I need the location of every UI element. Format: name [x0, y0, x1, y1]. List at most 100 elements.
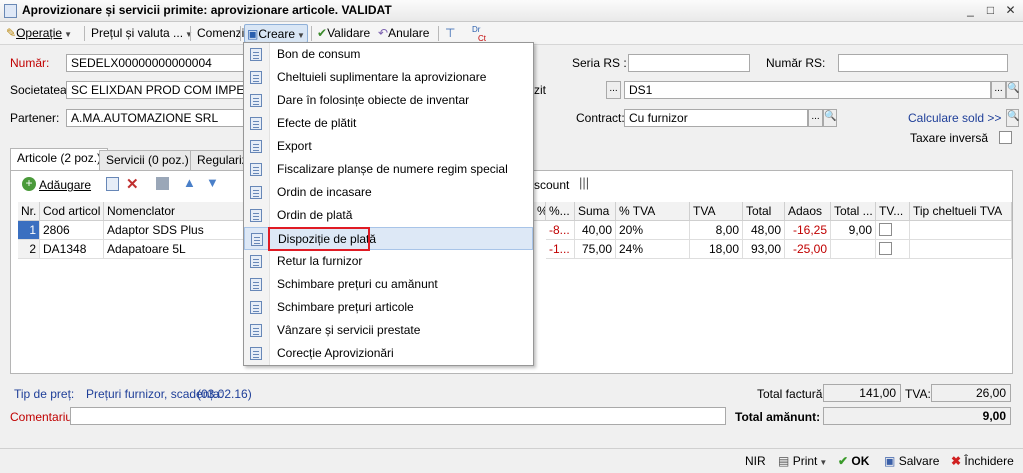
menu-item-efecte-platit[interactable]: Efecte de plătit: [244, 112, 533, 135]
depozit-lookup-button[interactable]: ...: [606, 81, 621, 99]
creare-menu[interactable]: ▣Creare ▼: [244, 24, 308, 43]
menu-item-bon-consum[interactable]: Bon de consum: [244, 43, 533, 66]
document-icon: [250, 347, 262, 360]
table-cell-pct[interactable]: -1...: [546, 240, 575, 259]
depozit-field[interactable]: DS1: [624, 81, 991, 99]
menu-item-ordin-incasare[interactable]: Ordin de incasare: [244, 181, 533, 204]
seria-rs-field[interactable]: [628, 54, 750, 72]
table-cell-tip[interactable]: [910, 221, 1012, 240]
table-cell-nomenclator[interactable]: Adaptor SDS Plus: [104, 221, 244, 240]
col-suma[interactable]: Suma: [575, 202, 616, 221]
table-row-nr[interactable]: 2: [18, 240, 40, 259]
table-cell-total2[interactable]: 9,00: [831, 221, 876, 240]
validare-button[interactable]: ✔Validare: [315, 24, 372, 43]
document-icon: [250, 140, 262, 153]
numar-label: Număr:: [10, 56, 50, 70]
tab-articole[interactable]: Articole (2 poz.): [10, 148, 109, 171]
table-cell-total2[interactable]: [831, 240, 876, 259]
tv-checkbox[interactable]: [879, 242, 892, 255]
menu-item-retur-furnizor[interactable]: Retur la furnizor: [244, 250, 533, 273]
table-row-nr[interactable]: 1: [18, 221, 40, 240]
close-button[interactable]: ✕: [1002, 3, 1019, 19]
partener-field[interactable]: A.MA.AUTOMAZIONE SRL: [66, 109, 246, 127]
menu-item-ordin-plata[interactable]: Ordin de plată: [244, 204, 533, 227]
table-cell-suma[interactable]: 40,00: [575, 221, 616, 240]
print-button[interactable]: ▤ Print ▼: [778, 454, 827, 468]
discount-button[interactable]: scount: [534, 178, 569, 192]
table-cell-tva[interactable]: 8,00: [690, 221, 743, 240]
numar-rs-field[interactable]: [838, 54, 1008, 72]
duplicate-icon[interactable]: [106, 177, 119, 191]
maximize-button[interactable]: □: [982, 3, 999, 19]
table-cell-pct[interactable]: -8...: [546, 221, 575, 240]
table-cell-cod[interactable]: 2806: [40, 221, 104, 240]
total-factura-label: Total factură:: [757, 387, 826, 401]
contract-dots-button[interactable]: ...: [808, 109, 823, 127]
societatea-field[interactable]: SC ELIXDAN PROD COM IMPEX SR: [66, 81, 246, 99]
filter-button[interactable]: ⊤: [443, 24, 457, 43]
numar-field[interactable]: SEDELX00000000000004: [66, 54, 246, 72]
depozit-search-icon[interactable]: 🔍: [1006, 81, 1019, 99]
col-tva[interactable]: TVA: [690, 202, 743, 221]
col-total[interactable]: Total: [743, 202, 785, 221]
table-cell-cod[interactable]: DA1348: [40, 240, 104, 259]
numar-rs-label: Număr RS:: [766, 56, 826, 70]
operatie-menu[interactable]: ✎Operație ▼: [4, 24, 74, 43]
sold-search-icon[interactable]: 🔍: [1006, 109, 1019, 127]
col-nomenclator[interactable]: Nomenclator: [104, 202, 244, 221]
col-pct1[interactable]: %...: [534, 202, 546, 221]
ok-button[interactable]: ✔ OK: [838, 454, 869, 468]
taxare-inversa-checkbox[interactable]: [999, 131, 1012, 144]
document-icon: [250, 186, 262, 199]
col-pct-tva[interactable]: % TVA: [616, 202, 690, 221]
col-total2[interactable]: Total ...: [831, 202, 876, 221]
tv-checkbox[interactable]: [879, 223, 892, 236]
col-tip-cheltueli[interactable]: Tip cheltueli TVA: [910, 202, 1012, 221]
document-icon: [250, 71, 262, 84]
document-icon: [250, 163, 262, 176]
menu-item-schimbare-amanunt[interactable]: Schimbare prețuri cu amănunt: [244, 273, 533, 296]
contract-field[interactable]: Cu furnizor: [624, 109, 808, 127]
table-cell-adaos[interactable]: -16,25: [785, 221, 831, 240]
save-row-icon[interactable]: [156, 177, 169, 190]
tab-servicii[interactable]: Servicii (0 poz.): [99, 150, 196, 170]
menu-item-vanzare-servicii[interactable]: Vânzare și servicii prestate: [244, 319, 533, 342]
table-cell-nomenclator[interactable]: Adapatoare 5L: [104, 240, 244, 259]
table-cell-suma[interactable]: 75,00: [575, 240, 616, 259]
col-cod-articol[interactable]: Cod articol: [40, 202, 104, 221]
depozit-dots-button[interactable]: ...: [991, 81, 1006, 99]
table-cell-tva[interactable]: 18,00: [690, 240, 743, 259]
col-adaos[interactable]: Adaos: [785, 202, 831, 221]
table-cell-adaos[interactable]: -25,00: [785, 240, 831, 259]
move-down-icon[interactable]: ▼: [206, 175, 219, 190]
menu-item-corectie[interactable]: Corecție Aprovizionări: [244, 342, 533, 365]
adaugare-button[interactable]: Adăugare: [39, 178, 91, 192]
inchidere-button[interactable]: ✖ Închidere: [951, 454, 1014, 468]
barcode-icon[interactable]: |||: [579, 175, 589, 190]
col-nr[interactable]: Nr.: [18, 202, 40, 221]
menu-item-dare-folosinta[interactable]: Dare în folosințe obiecte de inventar: [244, 89, 533, 112]
table-cell-total[interactable]: 93,00: [743, 240, 785, 259]
table-cell-pct-tva[interactable]: 20%: [616, 221, 690, 240]
menu-item-fiscalizare[interactable]: Fiscalizare planșe de numere regim speci…: [244, 158, 533, 181]
salvare-button[interactable]: ▣ Salvare: [884, 454, 939, 468]
pret-valuta-menu[interactable]: Prețul și valuta ... ▼: [89, 24, 195, 43]
table-cell-total[interactable]: 48,00: [743, 221, 785, 240]
status-bar: NIR ▤ Print ▼ ✔ OK ▣ Salvare ✖ Închidere: [0, 448, 1023, 473]
minimize-button[interactable]: _: [962, 3, 979, 19]
table-cell-tip[interactable]: [910, 240, 1012, 259]
move-up-icon[interactable]: ▲: [183, 175, 196, 190]
nir-button[interactable]: NIR: [745, 454, 766, 468]
contract-search-icon[interactable]: 🔍: [823, 109, 837, 127]
col-tv[interactable]: TV...: [876, 202, 910, 221]
calculare-sold-link[interactable]: Calculare sold >>: [908, 111, 1001, 125]
menu-item-schimbare-articole[interactable]: Schimbare prețuri articole: [244, 296, 533, 319]
delete-icon[interactable]: ✕: [126, 175, 139, 193]
anulare-button[interactable]: ↶Anulare: [376, 24, 431, 43]
menu-item-export[interactable]: Export: [244, 135, 533, 158]
table-cell-pct-tva[interactable]: 24%: [616, 240, 690, 259]
menu-item-cheltuieli[interactable]: Cheltuieli suplimentare la aprovizionare: [244, 66, 533, 89]
comentariu-field[interactable]: [70, 407, 726, 425]
document-icon: [250, 324, 262, 337]
col-pct2[interactable]: %...: [546, 202, 575, 221]
